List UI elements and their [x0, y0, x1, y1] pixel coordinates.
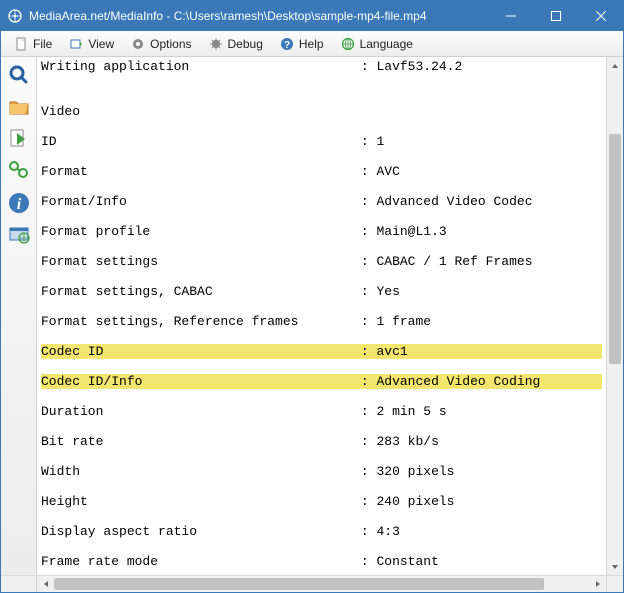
window-title: MediaArea.net/MediaInfo - C:\Users\rames… [29, 9, 488, 23]
field-label: Height [41, 494, 88, 509]
field-label: Width [41, 464, 80, 479]
field-label: Format settings, CABAC [41, 284, 213, 299]
section-header-video: Video [41, 104, 602, 119]
minimize-button[interactable] [488, 1, 533, 31]
menu-view-label: View [88, 37, 114, 51]
menu-view[interactable]: View [60, 34, 122, 54]
menu-file-label: File [33, 37, 52, 51]
menu-language-label: Language [360, 37, 413, 51]
globe-icon [340, 36, 356, 52]
horizontal-scrollbar[interactable] [1, 575, 623, 592]
field-label: Writing application [41, 59, 189, 74]
svg-text:?: ? [284, 40, 290, 51]
field-label: Display aspect ratio [41, 524, 197, 539]
field-label: Format settings [41, 254, 158, 269]
field-label: Duration [41, 404, 103, 419]
field-label: Frame rate mode [41, 554, 158, 569]
menu-options-label: Options [150, 37, 191, 51]
view-icon [68, 36, 84, 52]
field-value: avc1 [376, 344, 407, 359]
main-content: Writing application : Lavf53.24.2 Video … [37, 57, 623, 575]
field-value: 2 min 5 s [376, 404, 446, 419]
field-value: Lavf53.24.2 [376, 59, 462, 74]
open-file-button[interactable] [5, 61, 33, 89]
field-value: Yes [376, 284, 399, 299]
menu-language[interactable]: Language [332, 34, 421, 54]
field-label: ID [41, 134, 57, 149]
scroll-down-button[interactable] [607, 558, 623, 575]
field-value: AVC [376, 164, 399, 179]
field-value: Advanced Video Codec [376, 194, 532, 209]
field-value: 283 kb/s [376, 434, 438, 449]
menu-options[interactable]: Options [122, 34, 199, 54]
field-label: Format profile [41, 224, 150, 239]
vscroll-track[interactable] [607, 74, 623, 558]
debug-icon [208, 36, 224, 52]
field-label: Bit rate [41, 434, 103, 449]
preferences-button[interactable] [5, 157, 33, 185]
menu-file[interactable]: File [5, 34, 60, 54]
field-value: Constant [376, 554, 438, 569]
field-value: 4:3 [376, 524, 399, 539]
titlebar[interactable]: MediaArea.net/MediaInfo - C:\Users\rames… [1, 1, 623, 31]
gear-icon [130, 36, 146, 52]
maximize-button[interactable] [533, 1, 578, 31]
field-value: Advanced Video Coding [376, 374, 540, 389]
field-value: Main@L1.3 [376, 224, 446, 239]
field-label: Format settings, Reference frames [41, 314, 298, 329]
menu-help[interactable]: ? Help [271, 34, 332, 54]
vertical-scrollbar[interactable] [606, 57, 623, 575]
field-value: 1 [376, 134, 384, 149]
field-value: 1 frame [376, 314, 431, 329]
menu-help-label: Help [299, 37, 324, 51]
file-icon [13, 36, 29, 52]
field-label: Codec ID/Info [41, 374, 142, 389]
about-button[interactable]: i [5, 189, 33, 217]
open-folder-button[interactable] [5, 93, 33, 121]
help-icon: ? [279, 36, 295, 52]
hscroll-thumb[interactable] [54, 578, 544, 590]
website-button[interactable] [5, 221, 33, 249]
field-value: 240 pixels [376, 494, 454, 509]
close-button[interactable] [578, 1, 623, 31]
sidebar: i [1, 57, 37, 575]
scroll-corner [606, 576, 623, 592]
media-info-text[interactable]: Writing application : Lavf53.24.2 Video … [37, 57, 606, 575]
scroll-left-button[interactable] [37, 576, 54, 592]
field-label: Format [41, 164, 88, 179]
menu-debug-label: Debug [228, 37, 263, 51]
field-label: Format/Info [41, 194, 127, 209]
hscroll-spacer [1, 576, 37, 592]
export-button[interactable] [5, 125, 33, 153]
vscroll-thumb[interactable] [609, 134, 621, 364]
field-value: 320 pixels [376, 464, 454, 479]
field-label: Codec ID [41, 344, 103, 359]
scroll-up-button[interactable] [607, 57, 623, 74]
field-value: CABAC / 1 Ref Frames [376, 254, 532, 269]
svg-text:i: i [16, 196, 21, 213]
app-icon [7, 8, 23, 24]
hscroll-track[interactable] [54, 576, 589, 592]
menu-debug[interactable]: Debug [200, 34, 271, 54]
menubar: File View Options Debug ? Help Language [1, 31, 623, 57]
scroll-right-button[interactable] [589, 576, 606, 592]
